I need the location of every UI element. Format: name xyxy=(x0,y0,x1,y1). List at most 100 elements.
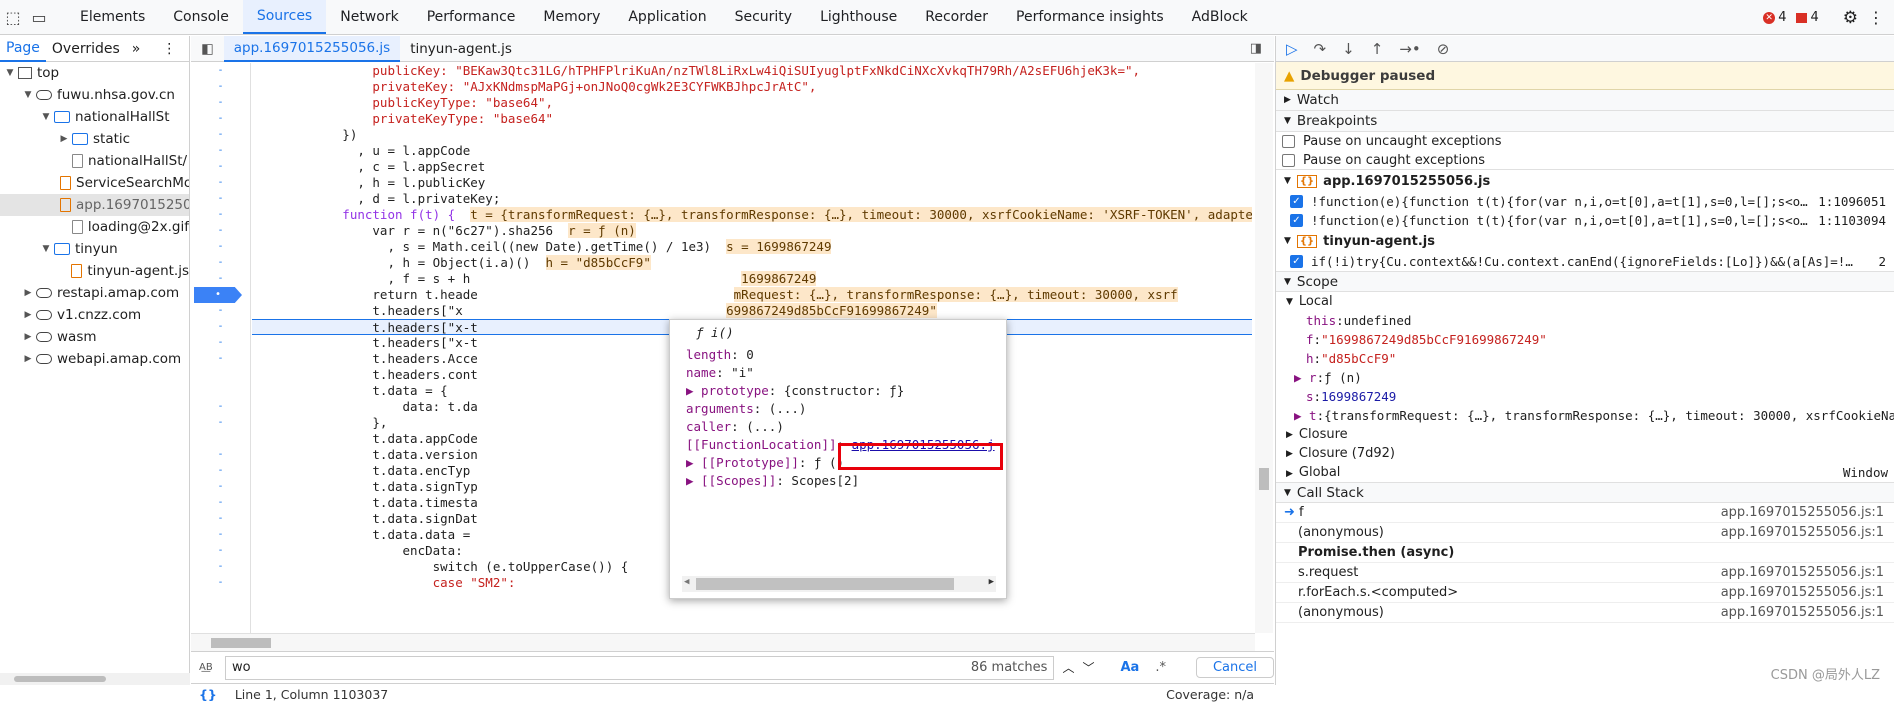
tab-application[interactable]: Application xyxy=(614,0,720,34)
tree-item[interactable]: ▶ v1.cnzz.com xyxy=(0,304,189,326)
tab-lighthouse[interactable]: Lighthouse xyxy=(806,0,911,34)
scope-closure-7d92[interactable]: ▶ Closure (7d92) xyxy=(1276,444,1894,463)
line-marker[interactable]: - xyxy=(191,463,250,479)
line-marker[interactable]: - xyxy=(191,399,250,415)
line-marker[interactable]: - xyxy=(191,447,250,463)
breakpoint-item[interactable]: ✓ if(!i)try{Cu.context&&!Cu.context.canEn… xyxy=(1276,252,1894,271)
scope-variable[interactable]: ▶ r: ƒ (n) xyxy=(1276,368,1894,387)
line-gutter[interactable]: - - - - - - - - - - - - - - • - - - - - - - - - - - - - - - xyxy=(191,63,251,633)
resume-icon[interactable]: ▷ xyxy=(1286,40,1298,58)
scope-variable[interactable]: f: "1699867249d85bCcF91699867249" xyxy=(1276,330,1894,349)
tree-item[interactable]: ▼ top xyxy=(0,62,189,84)
tab-memory[interactable]: Memory xyxy=(529,0,614,34)
popover-scrollbar[interactable]: ◀ ▶ xyxy=(682,576,996,592)
line-marker[interactable]: - xyxy=(191,495,250,511)
tree-arrow-icon[interactable]: ▶ xyxy=(22,332,34,342)
error-badge[interactable]: ✕ 4 xyxy=(1763,10,1786,25)
line-marker[interactable] xyxy=(191,367,250,383)
line-marker[interactable]: - xyxy=(191,543,250,559)
tree-item[interactable]: ▶ wasm xyxy=(0,326,189,348)
tree-arrow-icon[interactable]: ▶ xyxy=(22,310,34,320)
search-next-icon[interactable]: ﹀ xyxy=(1082,659,1094,676)
line-marker[interactable]: - xyxy=(191,319,250,335)
line-marker[interactable]: - xyxy=(191,207,250,223)
replace-toggle-icon[interactable]: A͟B xyxy=(199,662,213,673)
line-marker[interactable]: - xyxy=(191,111,250,127)
settings-gear-icon[interactable]: ⚙ xyxy=(1843,8,1858,28)
step-out-icon[interactable]: ↑ xyxy=(1371,40,1384,58)
line-marker[interactable]: - xyxy=(191,223,250,239)
step-over-icon[interactable]: ↷ xyxy=(1314,40,1327,58)
popover-row[interactable]: name: "i" xyxy=(670,364,1006,382)
tree-item[interactable]: app.16970152505 xyxy=(0,194,189,216)
scope-variable[interactable]: h: "d85bCcF9" xyxy=(1276,349,1894,368)
search-cancel-button[interactable]: Cancel xyxy=(1195,657,1274,678)
tree-arrow-icon[interactable]: ▶ xyxy=(22,354,34,364)
checkbox-uncaught[interactable] xyxy=(1282,135,1295,148)
line-marker[interactable] xyxy=(191,383,250,399)
search-prev-icon[interactable]: ︿ xyxy=(1062,659,1074,676)
pause-caught-option[interactable]: Pause on caught exceptions xyxy=(1276,151,1894,170)
breakpoint-checkbox[interactable]: ✓ xyxy=(1290,255,1303,268)
scope-closure[interactable]: ▶ Closure xyxy=(1276,425,1894,444)
call-frame[interactable]: Promise.then (async) xyxy=(1276,543,1894,563)
breakpoints-section[interactable]: ▼ Breakpoints xyxy=(1276,111,1894,132)
regex-button[interactable]: .* xyxy=(1155,660,1166,675)
tree-item[interactable]: loading@2x.gif xyxy=(0,216,189,238)
tree-arrow-icon[interactable]: ▼ xyxy=(40,244,52,254)
toggle-navigator-icon[interactable]: ◧ xyxy=(191,36,224,62)
line-marker[interactable] xyxy=(191,431,250,447)
tab-overrides[interactable]: Overrides xyxy=(46,36,126,62)
line-marker[interactable]: - xyxy=(191,271,250,287)
match-case-button[interactable]: Aa xyxy=(1120,660,1139,675)
line-marker[interactable]: - xyxy=(191,63,250,79)
tab-app-js[interactable]: app.1697015255056.js xyxy=(223,35,401,62)
popover-row[interactable]: caller: (...) xyxy=(670,418,1006,436)
line-marker[interactable]: - xyxy=(191,575,250,591)
line-marker[interactable]: - xyxy=(191,255,250,271)
breakpoint-marker[interactable]: • xyxy=(194,287,242,303)
scope-section[interactable]: ▼ Scope xyxy=(1276,271,1894,292)
line-marker[interactable]: - xyxy=(191,559,250,575)
tab-console[interactable]: Console xyxy=(159,0,243,34)
popover-row[interactable]: ▶ prototype: {constructor: ƒ} xyxy=(670,382,1006,400)
line-marker[interactable]: - xyxy=(191,159,250,175)
tab-security[interactable]: Security xyxy=(721,0,807,34)
call-frame[interactable]: r.forEach.s.<computed> app.1697015255056.… xyxy=(1276,583,1894,603)
toggle-debugger-icon[interactable]: ◨ xyxy=(1250,41,1274,56)
popover-row[interactable]: arguments: (...) xyxy=(670,400,1006,418)
line-marker[interactable]: - xyxy=(191,415,250,431)
breakpoint-file[interactable]: ▼ {} tinyun-agent.js xyxy=(1276,230,1894,252)
tree-item[interactable]: ▼ nationalHallSt xyxy=(0,106,189,128)
breakpoint-checkbox[interactable]: ✓ xyxy=(1290,214,1303,227)
line-marker[interactable]: - xyxy=(191,335,250,351)
tab-adblock[interactable]: AdBlock xyxy=(1178,0,1262,34)
search-input[interactable]: wo 86 matches xyxy=(225,655,1055,680)
scope-local[interactable]: ▼ Local xyxy=(1276,292,1894,311)
breakpoint-item[interactable]: ✓ !function(e){function t(t){for(var n,i,… xyxy=(1276,211,1894,230)
navigator-menu-icon[interactable]: ⋮ xyxy=(156,36,182,62)
checkbox-caught[interactable] xyxy=(1282,153,1295,167)
popover-row[interactable]: length: 0 xyxy=(670,346,1006,364)
tab-tinyun-agent[interactable]: tinyun-agent.js xyxy=(400,36,522,62)
tree-arrow-icon[interactable]: ▼ xyxy=(4,68,16,78)
tree-item[interactable]: tinyun-agent.js xyxy=(0,260,189,282)
step-into-icon[interactable]: ↓ xyxy=(1342,40,1355,58)
deactivate-breakpoints-icon[interactable]: ⊘ xyxy=(1437,40,1450,58)
line-marker[interactable]: - xyxy=(191,127,250,143)
tab-network[interactable]: Network xyxy=(326,0,412,34)
inspect-element-icon[interactable]: ⬚ xyxy=(0,0,26,34)
line-marker[interactable]: - xyxy=(191,511,250,527)
scope-global[interactable]: ▶ Global Window xyxy=(1276,463,1894,482)
call-frame[interactable]: s.request app.1697015255056.js:1 xyxy=(1276,563,1894,583)
tree-item[interactable]: ▼ tinyun xyxy=(0,238,189,260)
tree-arrow-icon[interactable]: ▶ xyxy=(58,134,70,144)
device-toolbar-icon[interactable]: ▭ xyxy=(26,0,52,34)
scope-variable[interactable]: s: 1699867249 xyxy=(1276,387,1894,406)
line-marker[interactable]: - xyxy=(191,303,250,319)
tab-elements[interactable]: Elements xyxy=(66,0,159,34)
popover-row[interactable]: ▶ [[Scopes]]: Scopes[2] xyxy=(670,472,1006,490)
scroll-right-icon[interactable]: ▶ xyxy=(989,577,994,587)
callstack-section[interactable]: ▼ Call Stack xyxy=(1276,482,1894,503)
tab-sources[interactable]: Sources xyxy=(242,0,327,34)
